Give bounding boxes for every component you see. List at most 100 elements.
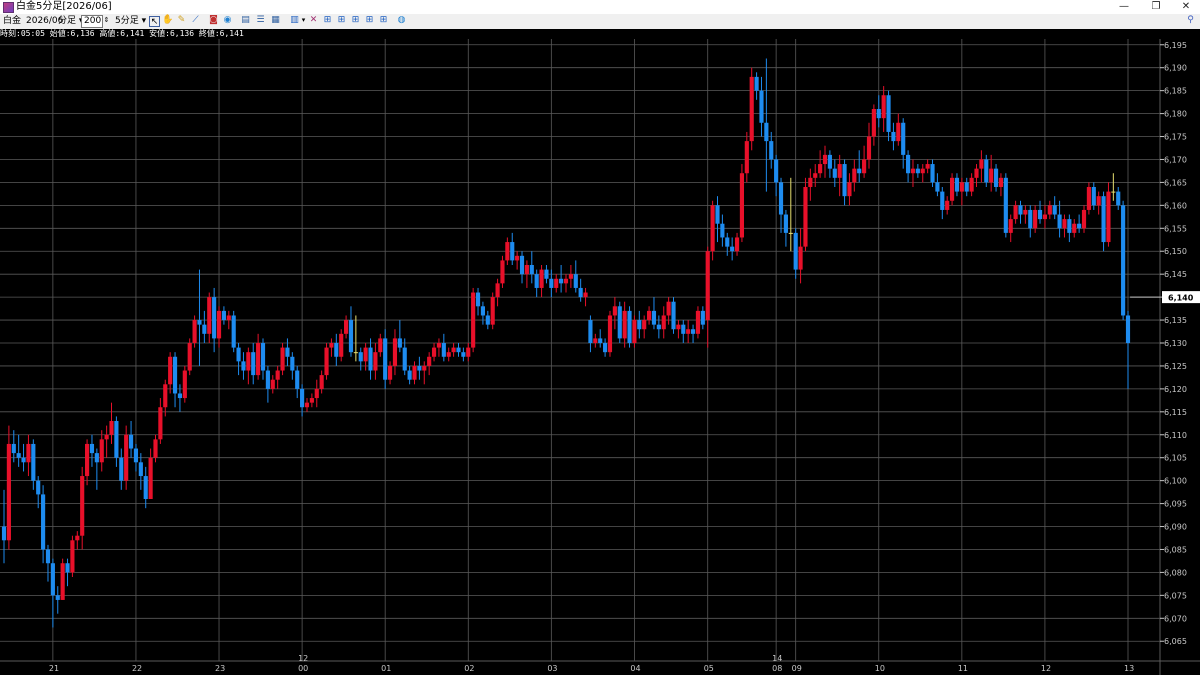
candle-body: [490, 297, 495, 325]
candle-body: [485, 315, 490, 325]
candle-body: [647, 310, 652, 321]
symbol-label[interactable]: 白金: [3, 15, 21, 28]
candle-body: [759, 90, 764, 123]
trendline-icon[interactable]: ⟋: [190, 15, 201, 26]
grid-icon[interactable]: ▦: [270, 15, 281, 26]
candlestick-chart[interactable]: 6,065 6,070 6,075 6,080 6,085 6,090 6,095 6,100…: [0, 29, 1200, 675]
interval-select[interactable]: 5分足 ▾: [115, 15, 146, 28]
candle-body: [216, 310, 222, 339]
chart-icon[interactable]: ⊞: [336, 15, 347, 26]
clock-icon[interactable]: ◉: [222, 15, 233, 26]
x-tick-label: 05: [704, 664, 714, 673]
y-tick-label: 6,190: [1164, 64, 1187, 73]
candle-body: [651, 310, 657, 325]
period-type-select[interactable]: 分足 ▾: [58, 15, 83, 28]
candle-body: [622, 310, 627, 339]
candle-body: [739, 173, 745, 238]
y-tick-label: 6,095: [1164, 500, 1187, 509]
bar-count-input[interactable]: 200: [81, 15, 103, 28]
candle-body: [407, 370, 412, 380]
candle-body: [114, 421, 119, 458]
candle-body: [1086, 187, 1091, 210]
list-icon[interactable]: ☰: [255, 15, 266, 26]
candle-body: [109, 421, 114, 435]
candle-body: [1003, 177, 1008, 233]
candle-body: [368, 347, 373, 371]
candle-body: [720, 223, 725, 238]
candle-body: [397, 338, 402, 348]
candle-body: [881, 95, 886, 119]
x-tick-label: 08: [772, 664, 782, 673]
candle-body: [925, 164, 930, 169]
cursor-icon[interactable]: ↖: [149, 16, 160, 27]
candle-body: [339, 333, 344, 357]
refresh-icon[interactable]: ◙: [208, 15, 219, 26]
candle-body: [778, 182, 784, 215]
date-label: 14: [772, 654, 782, 663]
candle-body: [80, 476, 85, 536]
candle-body: [31, 443, 36, 481]
x-tick-label: 02: [464, 664, 474, 673]
candle-body: [1028, 209, 1033, 229]
title-bar: 白金5分足[2026/06] — ❐ ✕: [0, 0, 1200, 14]
toolbar: 白金 2026/06 分足 ▾ 200 ⇕ 5分足 ▾ ↖ ✋ ✎ ⟋ ◙ ◉ …: [0, 14, 1200, 30]
minimize-button[interactable]: —: [1110, 0, 1138, 14]
candle-body: [251, 352, 256, 376]
candle-body: [1091, 187, 1096, 206]
candle-body: [974, 168, 979, 178]
candle-body: [910, 168, 916, 174]
restore-button[interactable]: ❐: [1142, 0, 1170, 14]
candle-body: [519, 255, 525, 275]
candle-body: [1077, 223, 1082, 229]
y-tick-label: 6,180: [1164, 110, 1187, 119]
chart-icon[interactable]: ⊞: [322, 15, 333, 26]
close-button[interactable]: ✕: [1172, 0, 1200, 14]
settings-icon[interactable]: ⚲: [1185, 15, 1196, 26]
candle-body: [104, 434, 109, 440]
candle-body: [236, 347, 241, 362]
y-tick-label: 6,170: [1164, 155, 1187, 164]
chart-icon[interactable]: ⊞: [350, 15, 361, 26]
candle-body: [348, 320, 354, 353]
candle-body: [896, 122, 901, 142]
candle-body: [754, 76, 759, 91]
y-tick-label: 6,195: [1164, 41, 1187, 50]
candle-body: [598, 338, 603, 343]
candle-body: [89, 443, 95, 454]
y-tick-label: 6,115: [1164, 408, 1187, 417]
candle-body: [725, 237, 730, 247]
candle-body: [387, 365, 393, 380]
candle-body: [563, 278, 569, 284]
candle-body: [94, 453, 99, 463]
candle-body: [642, 320, 647, 330]
candle-body: [676, 324, 681, 330]
candle-body: [265, 370, 270, 389]
candle-body: [1106, 191, 1111, 243]
candle-body: [788, 232, 793, 234]
candle-body: [798, 246, 803, 270]
candle-body: [207, 297, 212, 334]
chart-icon[interactable]: ⊞: [378, 15, 389, 26]
hand-icon[interactable]: ✋: [162, 15, 173, 26]
stepper-icon[interactable]: ⇕: [101, 15, 112, 26]
chart-icon[interactable]: ⊞: [364, 15, 375, 26]
x-tick-label: 22: [132, 664, 142, 673]
table-icon[interactable]: ▤: [240, 15, 251, 26]
candle-body: [959, 182, 964, 192]
candle-body: [197, 320, 202, 325]
candle-body: [793, 232, 798, 270]
candle-body: [891, 131, 896, 142]
candle-body: [681, 324, 686, 334]
candle-body: [202, 324, 207, 334]
candle-body: [441, 343, 446, 357]
candle-body: [940, 191, 945, 210]
indicator-icon[interactable]: ✕: [308, 15, 319, 26]
candle-body: [866, 136, 872, 160]
x-tick-label: 23: [215, 664, 225, 673]
candle-body: [808, 177, 813, 187]
candle-body: [1037, 209, 1043, 220]
candle-body: [65, 563, 70, 573]
candle-body: [935, 182, 940, 192]
globe-icon[interactable]: ◍: [396, 15, 407, 26]
pencil-icon[interactable]: ✎: [176, 15, 187, 26]
